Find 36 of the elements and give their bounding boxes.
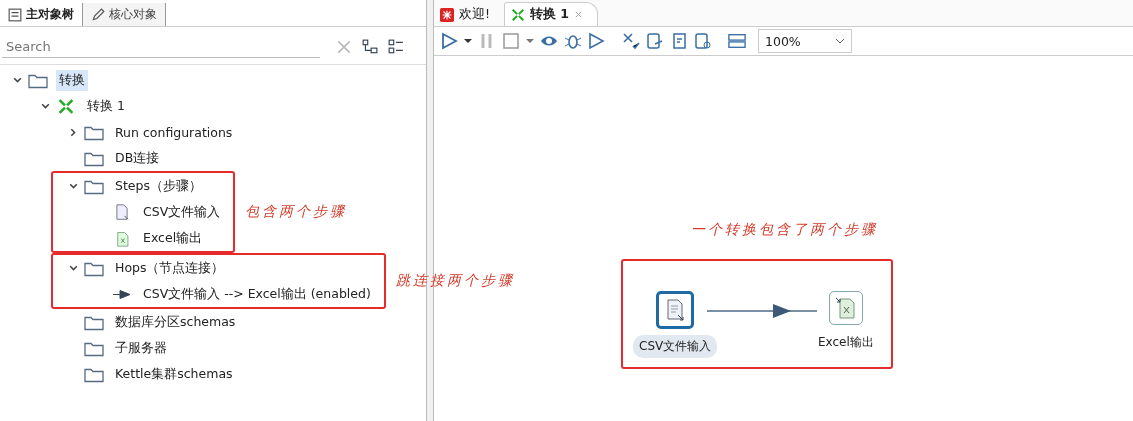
script-icon[interactable] [670, 32, 688, 50]
annotation-note: 跳连接两个步骤 [395, 272, 515, 290]
spreadsheet-node[interactable] [828, 291, 863, 325]
tree-item[interactable]: Excel输出 [140, 227, 206, 249]
bug-icon[interactable] [564, 32, 582, 50]
caret-icon[interactable] [464, 37, 472, 45]
file-input-node[interactable] [656, 291, 695, 329]
tree-item[interactable]: 子服务器 [112, 337, 170, 359]
tree-item[interactable]: 数据库分区schemas [112, 311, 239, 333]
editor-tab[interactable]: 转换 1 [504, 2, 599, 26]
tree-item[interactable]: Steps（步骤） [112, 175, 205, 197]
tree-icon [8, 7, 22, 22]
hierarchy-icon[interactable] [362, 38, 378, 55]
tree-item[interactable]: Run configurations [112, 122, 236, 142]
tree-item[interactable]: CSV文件输入 --> Excel输出 (enabled) [140, 283, 374, 305]
annotation-note: 包含两个步骤 [245, 203, 348, 221]
pencil-icon [91, 7, 105, 22]
panel-tab[interactable]: 核心对象 [83, 3, 166, 26]
annotation-note: 一个转换包含了两个步骤 [691, 221, 878, 239]
transform-icon [56, 97, 76, 115]
tree-item[interactable]: Kettle集群schemas [112, 363, 236, 385]
step-label: Excel输出 [817, 334, 875, 351]
run-icon[interactable] [440, 32, 458, 50]
tree-item[interactable]: Hops（节点连接） [112, 257, 228, 279]
editor-tab[interactable]: 欢迎! [434, 3, 504, 26]
tree-item[interactable]: CSV文件输入 [140, 201, 224, 223]
welcome-icon [440, 7, 454, 22]
tree-item[interactable]: DB连接 [112, 147, 163, 169]
tree-item[interactable]: 转换 [56, 69, 88, 91]
spreadsheet-icon [833, 296, 858, 320]
tree-item[interactable]: 转换 1 [84, 95, 128, 117]
step-label: CSV文件输入 [633, 335, 718, 358]
zoom-dropdown[interactable]: 100% [758, 29, 852, 53]
list-icon[interactable] [388, 38, 404, 55]
transform-icon [511, 7, 525, 22]
chevron-icon [835, 38, 845, 44]
